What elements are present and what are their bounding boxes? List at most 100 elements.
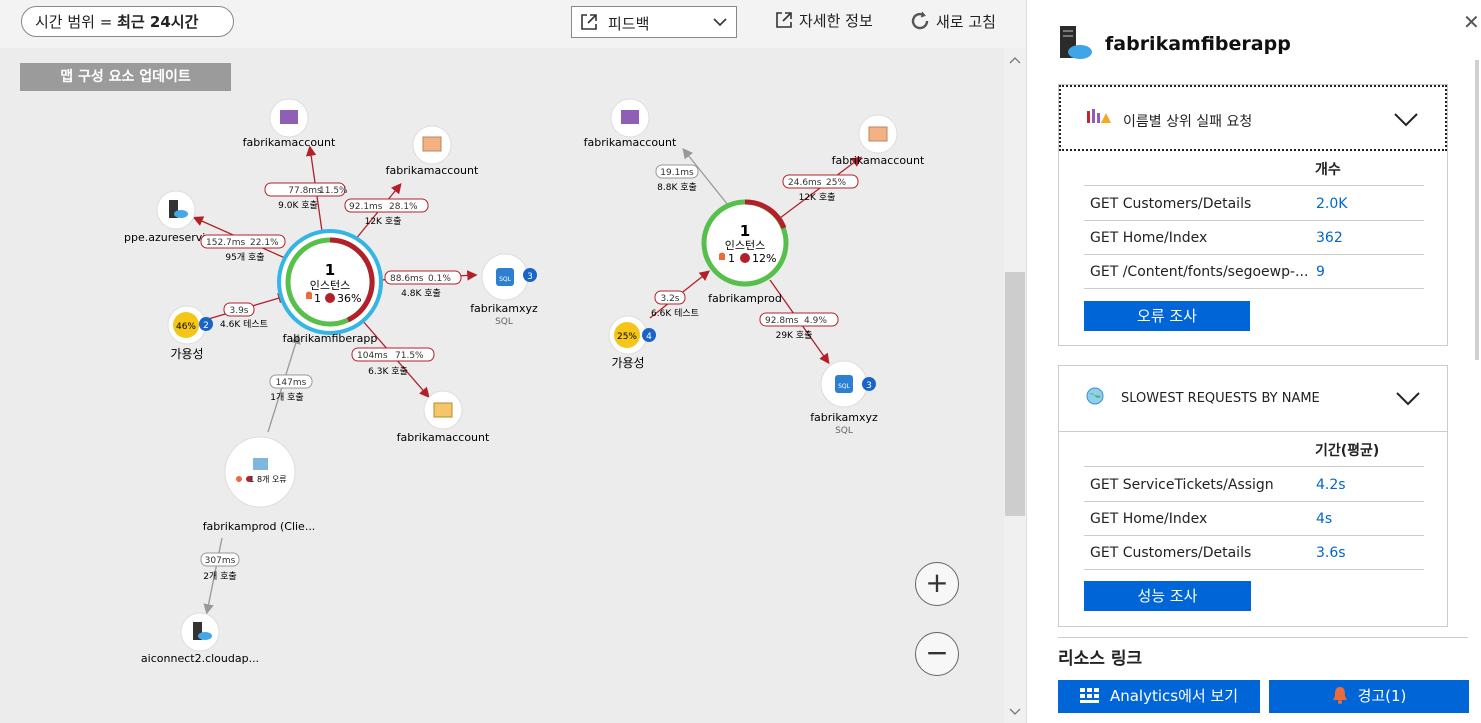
node-storage-top[interactable] <box>269 98 309 138</box>
slowest-requests-title: SLOWEST REQUESTS BY NAME <box>1121 391 1320 406</box>
sql-badge: 3 <box>866 381 872 391</box>
node-ppe[interactable] <box>156 190 196 230</box>
request-name: GET Customers/Details <box>1090 545 1252 561</box>
zoom-out-button[interactable]: − <box>915 632 959 676</box>
edge-time: 307ms <box>205 556 236 566</box>
slowest-requests-header[interactable]: SLOWEST REQUESTS BY NAME <box>1059 366 1447 432</box>
edge-time: 3.9s <box>229 306 248 316</box>
scroll-up-arrow-icon[interactable] <box>1004 54 1026 66</box>
alert-count: 1 <box>728 252 735 265</box>
table-row[interactable]: GET Customers/Details 3.6s <box>1084 535 1424 570</box>
edge-calls: 9.0K 호출 <box>278 200 318 211</box>
edge-label-e3[interactable]: 152.7ms 22.1% <box>200 234 286 249</box>
investigate-failures-button[interactable]: 오류 조사 <box>1084 301 1250 331</box>
storage-table-icon <box>280 110 298 124</box>
edge-label-e5[interactable]: 3.9s <box>223 302 255 317</box>
failed-requests-title: 이름별 상위 실패 요청 <box>1123 114 1253 130</box>
node-fabrikamfiberapp[interactable]: 1 인스턴스 1 36% <box>277 229 383 335</box>
table-row[interactable]: GET Home/Index 4s <box>1084 501 1424 536</box>
node-sql-1[interactable]: SQL 3 <box>481 253 537 301</box>
request-duration[interactable]: 4.2s <box>1316 477 1346 493</box>
instance-count: 1 <box>740 222 750 240</box>
scroll-down-arrow-icon[interactable] <box>1004 706 1026 718</box>
bell-icon <box>1332 687 1347 704</box>
edge-time: 92.8ms <box>765 316 799 326</box>
edge-time: 19.1ms <box>660 168 694 178</box>
investigate-performance-button[interactable]: 성능 조사 <box>1084 581 1251 611</box>
table-row[interactable]: GET Home/Index 362 <box>1084 220 1424 255</box>
edge-calls: 29K 호출 <box>776 330 813 341</box>
request-name: GET Home/Index <box>1090 511 1208 527</box>
chevron-down-icon <box>1394 113 1418 127</box>
zoom-in-button[interactable]: + <box>915 562 959 606</box>
alert-bell-icon <box>306 291 312 299</box>
edge-time: 77.8ms <box>288 186 322 196</box>
cloud-icon <box>174 210 188 218</box>
edge-label-e4[interactable]: 88.6ms 0.1% <box>384 270 462 285</box>
edge-pct: 0.1% <box>428 274 451 284</box>
node-aiconnect[interactable] <box>180 612 220 652</box>
app-service-icon <box>1060 26 1092 59</box>
alert-count: 1 <box>314 292 321 305</box>
svg-text:SQL: SQL <box>499 276 512 283</box>
panel-scrollbar[interactable] <box>1474 60 1480 360</box>
request-count[interactable]: 362 <box>1316 230 1343 246</box>
edge-calls: 6.6K 테스트 <box>651 308 699 319</box>
node-sql-2[interactable]: SQL 3 <box>820 360 876 408</box>
details-panel: fabrikamfiberapp ✕ 이름별 상위 실패 요청 개수 GET C… <box>1026 0 1481 723</box>
failed-requests-icon <box>1087 109 1111 123</box>
request-count[interactable]: 2.0K <box>1316 196 1347 212</box>
node-client[interactable]: 1 8개 오류 <box>224 436 296 508</box>
svg-text:SQL: SQL <box>838 383 851 390</box>
failed-requests-card: 이름별 상위 실패 요청 개수 GET Customers/Details 2.0… <box>1058 84 1448 346</box>
slowest-requests-card: SLOWEST REQUESTS BY NAME 기간(평균) GET Serv… <box>1058 365 1448 627</box>
node-label-storage-prod-right: fabrikamaccount <box>832 154 925 167</box>
table-row[interactable]: GET /Content/fonts/segoewp-... 9 <box>1084 254 1424 289</box>
close-icon[interactable]: ✕ <box>1463 10 1480 34</box>
instance-count: 1 <box>325 261 335 279</box>
request-duration[interactable]: 3.6s <box>1316 545 1346 561</box>
table-row[interactable]: GET Customers/Details 2.0K <box>1084 186 1424 221</box>
failed-requests-header[interactable]: 이름별 상위 실패 요청 <box>1059 85 1447 151</box>
analytics-label: Analytics에서 보기 <box>1109 687 1239 705</box>
node-label-storage-right: fabrikamaccount <box>386 164 479 177</box>
node-label-availability-2: 가용성 <box>611 356 644 370</box>
edge-pct: 4.9% <box>804 316 827 326</box>
view-in-analytics-button[interactable]: Analytics에서 보기 <box>1058 680 1260 713</box>
node-fabrikamprod[interactable]: 1 인스턴스 1 12% <box>701 199 789 287</box>
edge-label-e8[interactable]: 307ms <box>200 552 240 567</box>
browser-icon <box>253 458 268 470</box>
edge-label-e2[interactable]: 92.1ms 28.1% <box>344 198 429 213</box>
availability-badge: 4 <box>646 332 652 342</box>
edge-calls: 6.3K 호출 <box>368 366 408 377</box>
node-storage-right[interactable] <box>412 125 452 165</box>
edge-label-p4[interactable]: 92.8ms 4.9% <box>759 312 839 327</box>
edge-time: 92.1ms <box>349 202 383 212</box>
availability-percent: 25% <box>617 332 637 342</box>
node-availability-2[interactable]: 25% 4 <box>608 315 656 355</box>
edge-calls: 4.8K 호출 <box>401 288 441 299</box>
table-row[interactable]: GET ServiceTickets/Assign 4.2s <box>1084 467 1424 502</box>
edge-pct: 71.5% <box>395 351 424 361</box>
request-duration[interactable]: 4s <box>1316 511 1332 527</box>
node-storage-bottom[interactable] <box>423 390 463 430</box>
request-count[interactable]: 9 <box>1316 264 1325 280</box>
edge-label-e6[interactable]: 104ms 71.5% <box>351 347 435 362</box>
column-header: 개수 <box>1315 162 1341 178</box>
alerts-button[interactable]: 경고(1) <box>1269 680 1469 713</box>
node-availability-1[interactable]: 46% 2 <box>167 305 213 345</box>
cloud-icon <box>198 632 212 640</box>
edge-calls: 1개 호출 <box>270 392 303 403</box>
edge-label-p3[interactable]: 3.2s <box>654 290 686 305</box>
node-storage-prod-top[interactable] <box>610 98 650 138</box>
node-storage-prod-right[interactable] <box>858 114 898 154</box>
edge-label-p2[interactable]: 24.6ms 25% <box>782 174 859 189</box>
grid-icon <box>1079 688 1099 703</box>
edge-label-p1[interactable]: 19.1ms <box>655 164 699 179</box>
alert-bell-icon <box>236 476 242 482</box>
edge-label-e7[interactable]: 147ms <box>269 374 313 389</box>
instance-label: 인스턴스 <box>725 239 765 252</box>
chevron-down-icon <box>1396 392 1420 406</box>
map-scrollbar-thumb[interactable] <box>1005 272 1025 516</box>
node-label-sql-2: fabrikamxyz <box>810 411 878 424</box>
